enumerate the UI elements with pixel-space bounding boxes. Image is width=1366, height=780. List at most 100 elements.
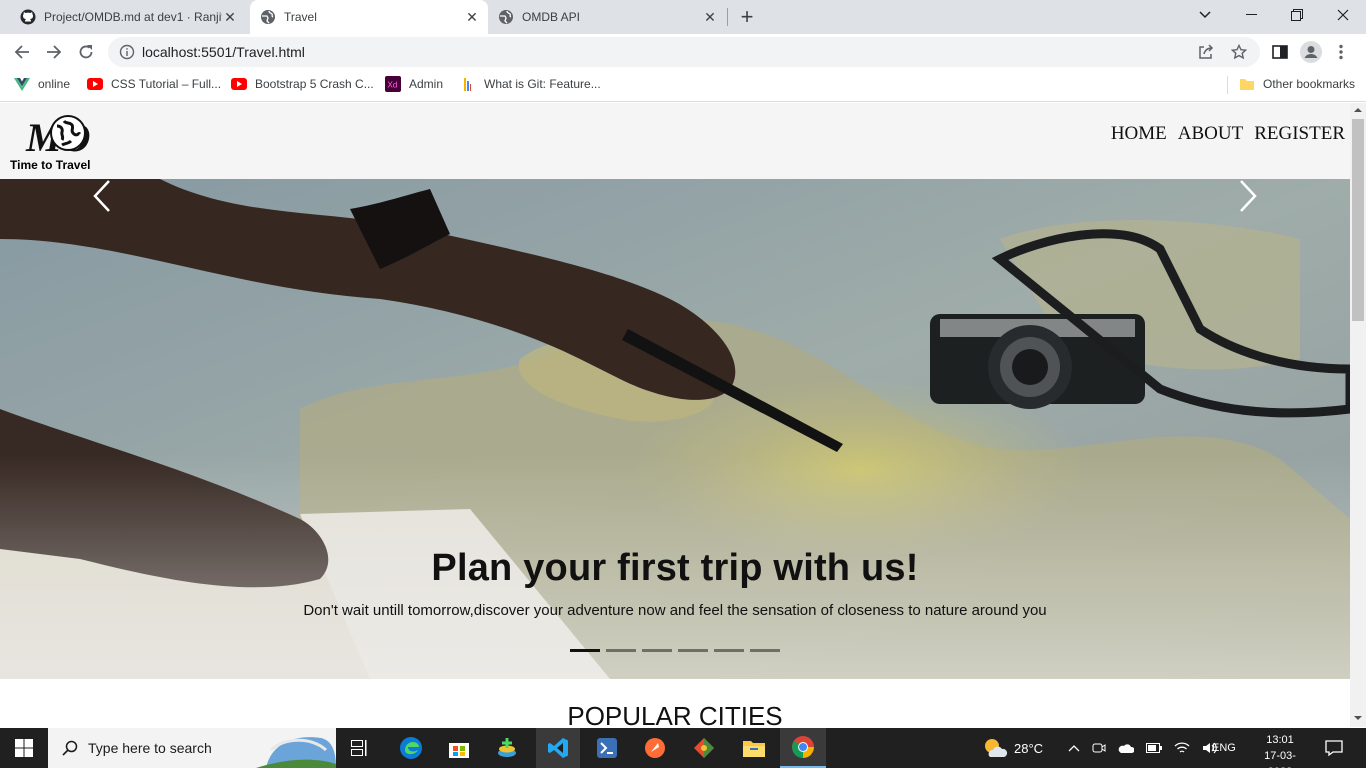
forward-arrow-icon — [47, 45, 62, 59]
input-language[interactable]: ENG — [1212, 728, 1236, 768]
start-button[interactable] — [0, 728, 48, 768]
close-tab-icon[interactable]: ✕ — [464, 9, 480, 25]
notification-icon — [1325, 740, 1343, 757]
bookmark-star-icon[interactable] — [1231, 44, 1247, 60]
wifi-icon[interactable] — [1174, 741, 1190, 755]
close-window-button[interactable] — [1320, 0, 1366, 30]
hero-title: Plan your first trip with us! — [431, 547, 919, 589]
youtube-icon — [231, 76, 247, 92]
main-nav: HOME ABOUT REGISTER — [1111, 123, 1345, 145]
scroll-down-icon[interactable] — [1354, 715, 1362, 721]
taskbar-clock[interactable]: 13:01 17-03-2023 — [1252, 732, 1308, 780]
git-gui-icon — [694, 738, 714, 758]
taskbar-postman[interactable] — [634, 728, 676, 768]
carousel-indicator[interactable] — [678, 649, 708, 652]
tab-title: OMDB API — [522, 10, 581, 24]
minimize-button[interactable] — [1228, 0, 1274, 30]
chrome-icon — [792, 736, 814, 758]
terminal-app-icon — [597, 738, 617, 758]
globe-icon — [261, 10, 275, 24]
taskbar-search[interactable]: Type here to search — [48, 728, 336, 768]
profile-button[interactable] — [1297, 38, 1325, 66]
bookmark-git[interactable]: What is Git: Feature... — [460, 70, 601, 98]
weather-temp: 28°C — [1014, 740, 1044, 756]
browser-tab-strip: Project/OMDB.md at dev1 · Ranjit ✕ Trave… — [0, 0, 1366, 34]
bookmark-label: Other bookmarks — [1263, 77, 1356, 91]
notification-center-button[interactable] — [1314, 728, 1354, 768]
taskbar-git[interactable] — [682, 728, 726, 768]
page-scrollbar[interactable] — [1350, 103, 1366, 727]
taskbar-app-stack[interactable] — [486, 728, 528, 768]
share-icon[interactable] — [1198, 44, 1214, 60]
restore-icon — [1291, 9, 1303, 21]
close-tab-icon[interactable]: ✕ — [222, 9, 238, 25]
close-tab-icon[interactable]: ✕ — [702, 9, 718, 25]
tab-omdb-api[interactable]: OMDB API ✕ — [488, 0, 726, 34]
carousel-prev-icon[interactable] — [92, 179, 112, 213]
windows-taskbar: Type here to search 28°C ENG 13:01 17-03… — [0, 728, 1366, 778]
site-info-icon[interactable] — [119, 44, 135, 60]
search-icon — [62, 740, 78, 756]
vuejs-icon — [14, 76, 30, 92]
bookmark-bootstrap[interactable]: Bootstrap 5 Crash C... — [231, 70, 374, 98]
taskbar-app-blue[interactable] — [586, 728, 628, 768]
bookmark-online[interactable]: online — [14, 70, 70, 98]
chevron-down-icon — [1199, 11, 1211, 19]
logo-tagline: Time to Travel — [10, 158, 91, 172]
bookmark-admin[interactable]: Xd Admin — [385, 70, 443, 98]
section-title: POPULAR CITIES — [567, 701, 783, 727]
restore-button[interactable] — [1274, 0, 1320, 30]
bookmark-css-tutorial[interactable]: CSS Tutorial – Full... — [87, 70, 221, 98]
globe-icon — [499, 10, 513, 24]
carousel-indicator[interactable] — [606, 649, 636, 652]
battery-icon[interactable] — [1146, 743, 1162, 753]
chevron-up-icon[interactable] — [1068, 744, 1080, 752]
chrome-menu-button[interactable] — [1327, 38, 1355, 66]
nav-about-link[interactable]: ABOUT — [1178, 123, 1243, 145]
tab-title: Travel — [284, 10, 317, 24]
side-panel-icon — [1272, 45, 1288, 59]
tab-travel[interactable]: Travel ✕ — [250, 0, 488, 34]
reload-button[interactable] — [72, 38, 100, 66]
bookmark-label: online — [38, 77, 71, 91]
taskbar-store[interactable] — [438, 728, 480, 768]
search-highlight-illustration — [256, 737, 336, 768]
web-page: MO Time to Travel HOME ABOUT REGISTER — [0, 103, 1350, 727]
tab-omdb-github[interactable]: Project/OMDB.md at dev1 · Ranjit ✕ — [0, 0, 246, 34]
carousel-indicator[interactable] — [750, 649, 780, 652]
new-tab-button[interactable]: + — [737, 6, 757, 28]
nav-register-link[interactable]: REGISTER — [1254, 123, 1345, 145]
site-logo[interactable]: MO Time to Travel — [10, 111, 90, 173]
nav-home-link[interactable]: HOME — [1111, 123, 1167, 145]
scrollbar-thumb[interactable] — [1352, 119, 1364, 321]
app-stack-icon — [498, 738, 516, 757]
folder-icon — [743, 741, 765, 757]
bookmark-label: CSS Tutorial – Full... — [111, 77, 222, 91]
weather-widget[interactable]: 28°C — [982, 728, 1043, 768]
carousel-next-icon[interactable] — [1238, 179, 1258, 213]
other-bookmarks-folder[interactable]: Other bookmarks — [1239, 70, 1355, 98]
youtube-icon — [87, 76, 103, 92]
postman-icon — [645, 738, 665, 758]
scroll-up-icon[interactable] — [1354, 107, 1362, 113]
carousel-indicator[interactable] — [714, 649, 744, 652]
meet-now-icon[interactable] — [1092, 741, 1106, 755]
close-icon — [1337, 9, 1349, 21]
carousel-indicator[interactable] — [570, 649, 600, 652]
address-bar[interactable]: localhost:5501/Travel.html — [108, 37, 1260, 67]
task-view-button[interactable] — [340, 728, 380, 768]
bookmark-label: Admin — [409, 77, 444, 91]
back-button[interactable] — [8, 38, 36, 66]
taskbar-edge[interactable] — [390, 728, 432, 768]
bookmark-label: Bootstrap 5 Crash C... — [255, 77, 374, 91]
hero-subtitle: Don't wait untill tomorrow,discover your… — [303, 602, 1047, 619]
onedrive-cloud-icon[interactable] — [1118, 742, 1134, 754]
taskbar-file-explorer[interactable] — [732, 728, 776, 768]
taskbar-vscode[interactable] — [536, 728, 580, 768]
minimize-icon — [1245, 14, 1257, 15]
taskbar-chrome[interactable] — [780, 728, 826, 768]
tab-search-button[interactable] — [1182, 0, 1228, 30]
forward-button[interactable] — [40, 38, 68, 66]
side-panel-button[interactable] — [1266, 38, 1294, 66]
carousel-indicator[interactable] — [642, 649, 672, 652]
